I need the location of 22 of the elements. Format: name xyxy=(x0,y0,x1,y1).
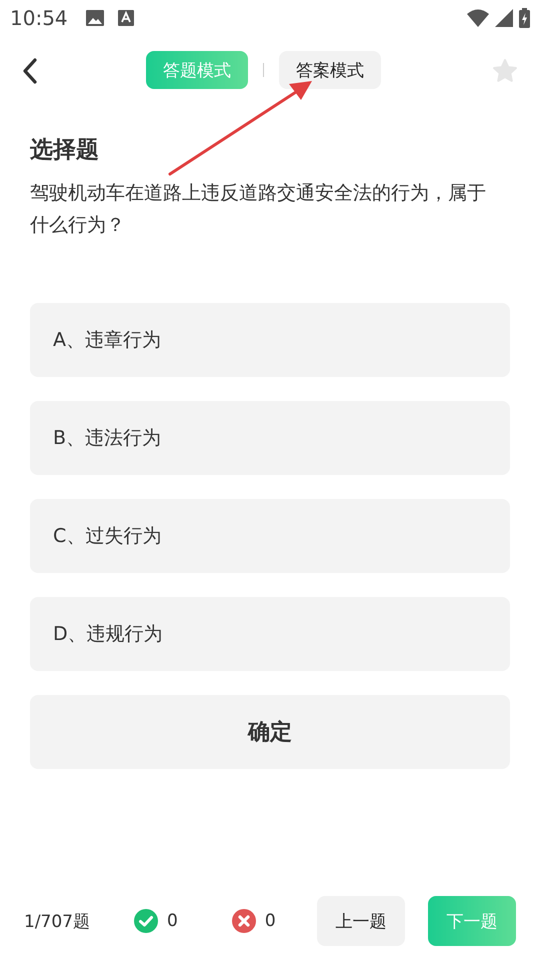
answer-option[interactable]: A、违章行为 xyxy=(30,303,510,377)
wifi-icon xyxy=(467,9,489,27)
previous-button[interactable]: 上一题 xyxy=(317,896,405,946)
signal-icon xyxy=(495,9,513,27)
wrong-count: 0 xyxy=(264,911,276,931)
star-button[interactable] xyxy=(492,58,518,84)
font-icon xyxy=(118,10,134,26)
image-icon xyxy=(86,10,104,26)
correct-count: 0 xyxy=(167,911,178,931)
close-icon xyxy=(232,909,256,933)
confirm-button[interactable]: 确定 xyxy=(30,695,510,769)
answer-option[interactable]: C、过失行为 xyxy=(30,499,510,573)
question-type: 选择题 xyxy=(30,136,100,165)
progress-count: 1/707题 xyxy=(24,910,90,932)
back-button[interactable] xyxy=(22,58,38,84)
answer-option[interactable]: D、违规行为 xyxy=(30,597,510,671)
battery-icon xyxy=(519,8,530,28)
check-icon xyxy=(134,909,158,933)
answer-option[interactable]: B、违法行为 xyxy=(30,401,510,475)
mode-tab[interactable]: 答案模式 xyxy=(279,51,381,89)
question-text: 驾驶机动车在道路上违反道路交通安全法的行为，属于什么行为？ xyxy=(30,181,487,238)
status-time: 10:54 xyxy=(10,6,68,30)
